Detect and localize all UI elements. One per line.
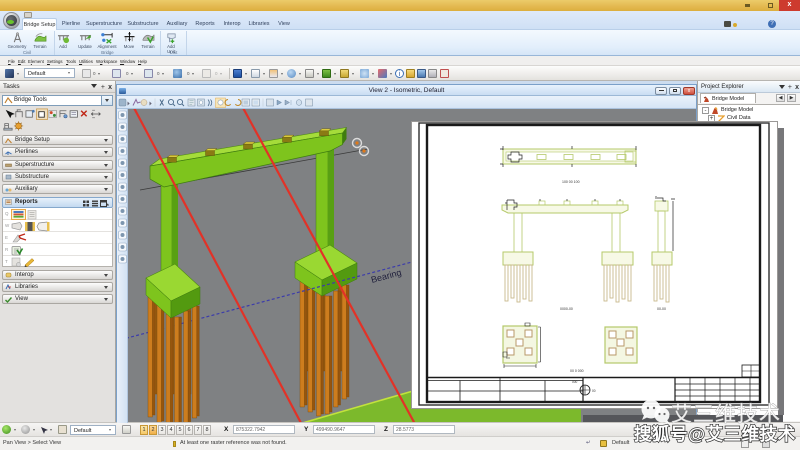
- svg-text:0000-00: 0000-00: [560, 307, 573, 311]
- svg-text:00 0 000: 00 0 000: [570, 369, 584, 373]
- svg-text:000: 000: [572, 380, 578, 384]
- svg-text:00: 00: [592, 389, 596, 393]
- svg-text:00-00: 00-00: [657, 307, 666, 311]
- svg-text:100 00 100: 100 00 100: [562, 180, 580, 184]
